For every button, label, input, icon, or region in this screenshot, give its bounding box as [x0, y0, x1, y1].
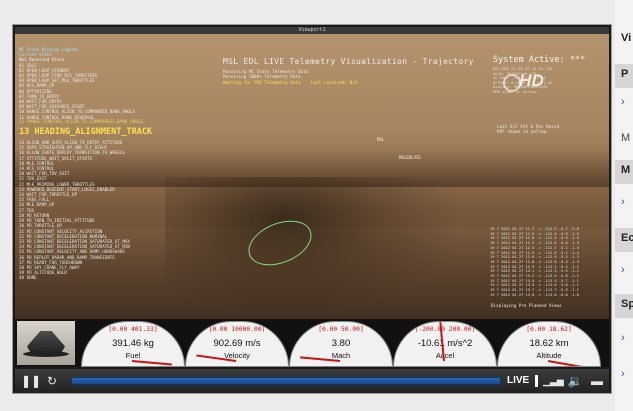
telemetry-table: 19 7 2012 01 27 11.7 -> -112.2 -4.7 -1.6…: [490, 227, 608, 298]
hd-text: HD: [519, 71, 544, 90]
gauge-mach: [0.00 50.00] 3.80 Mach: [289, 321, 393, 367]
telemetry-row: 19 7 2012 01 27 13.8 -> -113.8 -6.0 -1.0: [490, 292, 579, 297]
video-player[interactable]: Viewport1 MC State Display Legend Curren…: [12, 24, 612, 394]
state-legend: MC State Display Legend Current State No…: [19, 47, 219, 281]
gauge-altitude: [0.00 18.62] 18.62 km Altitude: [497, 321, 601, 367]
spacecraft-marker-label: MSLEDLVIS: [399, 155, 421, 160]
spacecraft-marker: MSL: [377, 137, 385, 142]
state-list-after: 14 ALIGN_AND_SUFR_ALIGN_TO_ENTRY_ATTITUD…: [19, 140, 219, 280]
fullscreen-icon: ▬: [591, 374, 603, 388]
visualization-title: MSL EDL LIVE Telemetry Visualization - T…: [223, 57, 474, 66]
state-list-before: 01 IDLE 02 OPEN_LOOP_STANDBY 03 OPEN_LOOP_…: [19, 63, 219, 120]
sidebar-heading: Ec: [621, 232, 633, 244]
player-controls: ❚❚ ↻ LIVE ▁▃▅ 🔉 ▬: [15, 369, 609, 393]
sidebar-heading: Sp: [621, 298, 633, 310]
gauge-value: -10.61 m/s^2: [417, 338, 473, 349]
progress-bar[interactable]: [71, 377, 501, 385]
status-line: Waiting for POV Telemetry Data Last rece…: [223, 81, 358, 86]
gauge-needle: [131, 360, 172, 366]
pre-planned-status: Displaying Pre Planned Views: [491, 303, 562, 308]
heat-shield: [23, 351, 69, 357]
sidebar-text: M: [621, 132, 631, 144]
gauge-label: Altitude: [536, 351, 562, 360]
refresh-icon: ↻: [46, 374, 58, 388]
right-sidebar: Vi P › M M › Ec › Sp › ›: [615, 0, 633, 411]
last-sc-info: Last S/C Att & Pos Recvd RPF shown in ye…: [497, 125, 559, 135]
fullscreen-button[interactable]: ▬: [589, 372, 605, 390]
gauge-range: [0.00 50.00]: [318, 326, 364, 333]
sidebar-link[interactable]: ›: [621, 368, 625, 380]
gauge-range: [-200.00 200.00]: [414, 326, 476, 333]
live-indicator[interactable]: LIVE: [507, 372, 529, 390]
gauge-value: 902.69 m/s: [213, 338, 261, 349]
hd-ring-icon: [503, 74, 521, 92]
gauge-value: 391.46 kg: [112, 338, 154, 349]
gauge-value: 18.62 km: [529, 338, 569, 349]
sidebar-heading: M: [621, 164, 631, 176]
active-state: 13 HEADING_ALIGNMENT_TRACK: [19, 127, 153, 138]
last-sc-line: RPF shown in yellow: [497, 130, 547, 136]
gauge-value: 3.80: [331, 338, 351, 349]
gauge-accel: [-200.00 200.00] -10.61 m/s^2 Accel: [393, 321, 497, 367]
live-marker: [535, 375, 538, 387]
sidebar-link[interactable]: ›: [621, 96, 625, 108]
pause-icon: ❚❚: [21, 374, 42, 388]
speaker-icon: 🔉: [567, 374, 583, 388]
sidebar-link[interactable]: ›: [621, 332, 625, 344]
page: Viewport1 MC State Display Legend Curren…: [0, 0, 633, 411]
waiting-text: Waiting for POV Telemetry Data: [223, 80, 301, 86]
gauge-label: Fuel: [125, 351, 141, 360]
sidebar-heading: P: [621, 68, 629, 80]
sidebar-heading: Vi: [621, 32, 632, 44]
system-active-title: System Active: ***: [493, 55, 586, 65]
previous-state: 12 RANGE_CONTROL_ALIGN_TO_COMMANDED_BANK…: [19, 119, 144, 125]
gauge-range: [0.00 10000.00]: [208, 326, 266, 333]
capsule-image: [17, 321, 75, 365]
gauge-panel: [0.00 401.33] 391.46 kg Fuel [0.00 10000.00…: [15, 319, 609, 367]
gauge-label: Accel: [435, 351, 455, 360]
telemetry-viewport[interactable]: Viewport1 MC State Display Legend Curren…: [15, 27, 609, 319]
signal-bars-icon: ▁▃▅: [543, 376, 564, 386]
gauge-fuel: [0.00 401.33] 391.46 kg Fuel: [81, 321, 185, 367]
state-item: 40 DONE: [19, 275, 37, 281]
viewport-title: Viewport1: [15, 27, 609, 34]
gauge-range: [0.00 401.33]: [108, 326, 158, 333]
refresh-button[interactable]: ↻: [43, 372, 61, 390]
gauge-needle: [547, 360, 588, 366]
last-received-text: Last received: N/A: [310, 80, 358, 86]
gauge-range: [0.00 18.62]: [526, 326, 572, 333]
capsule-body: [27, 331, 65, 353]
sidebar-link[interactable]: ›: [621, 264, 625, 276]
sidebar-link[interactable]: ›: [621, 196, 625, 208]
gauge-velocity: [0.00 10000.00] 902.69 m/s Velocity: [185, 321, 289, 367]
hd-logo: HD: [503, 71, 557, 97]
visualization-status: Receiving MC State Telemetry Data Receiv…: [223, 70, 358, 86]
volume-button[interactable]: 🔉: [567, 372, 583, 390]
pause-button[interactable]: ❚❚: [21, 372, 41, 390]
quality-button[interactable]: ▁▃▅: [543, 372, 564, 390]
